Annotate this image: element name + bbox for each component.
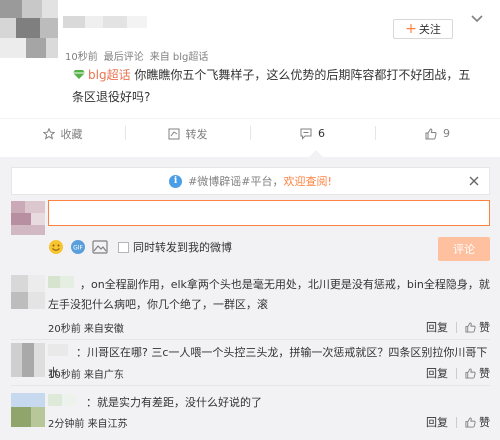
comment-divider — [11, 339, 490, 340]
follow-button[interactable]: + 关注 — [393, 19, 453, 39]
comment-source: 来自安徽 — [83, 324, 124, 335]
post-time[interactable]: 10秒前 — [65, 52, 98, 63]
comment-button[interactable]: 6 — [250, 119, 375, 148]
post-body: blg超话 你瞧瞧你五个飞舞样子，这么优势的后期阵容都打不好团战，五条区退役好吗… — [72, 64, 482, 108]
comment-icon — [300, 128, 312, 140]
comment-meta: 10秒前 来自广东 — [48, 366, 124, 381]
comment-section: i #微博辟谣#平台， 欢迎查阅! GIF 同时转发到我的微博 评论 ，on全程… — [0, 157, 500, 440]
like-icon — [425, 127, 437, 139]
like-icon[interactable] — [465, 367, 476, 379]
post-text: 你瞧瞧你五个飞舞样子，这么优势的后期阵容都打不好团战，五条区退役好吗? — [72, 68, 471, 104]
repost-checkbox[interactable]: 同时转发到我的微博 — [118, 239, 232, 255]
comment-item: ：川哥区在哪? 三c一人喂一个头控三头龙，拼输一次惩戒就区？四条区别拉你川哥下水… — [0, 343, 500, 386]
post-meta: 10秒前 最后评论 来自 blg超话 — [65, 48, 208, 63]
comment-time: 20秒前 — [48, 324, 81, 335]
comment-text: ：就是实力有差距，没什么好说的了 — [86, 396, 262, 409]
like-icon[interactable] — [465, 321, 476, 333]
diamond-icon — [73, 70, 85, 79]
comment-caret — [309, 150, 323, 157]
topic-link[interactable]: blg超话 — [88, 68, 131, 82]
comment-divider — [11, 385, 490, 386]
post-source[interactable]: 来自 blg超话 — [150, 52, 209, 63]
repost-button[interactable]: 转发 — [125, 119, 250, 148]
comment-actions: 回复 赞 — [426, 365, 490, 381]
author-name[interactable] — [63, 16, 153, 28]
weibo-post: + 关注 10秒前 最后评论 来自 blg超话 blg超话 你瞧瞧你五个飞舞样子，这… — [0, 0, 500, 150]
comment-source: 来自广东 — [83, 370, 124, 381]
plus-icon: + — [405, 21, 417, 37]
notice-text: #微博辟谣#平台， — [188, 175, 284, 188]
comment-actions: 回复 赞 — [426, 414, 490, 430]
emoji-icon[interactable] — [48, 239, 64, 255]
repost-checkbox-label: 同时转发到我的微博 — [133, 241, 232, 254]
close-icon[interactable] — [469, 176, 479, 186]
compose-tools: GIF 同时转发到我的微博 — [48, 239, 232, 255]
comment-time: 10秒前 — [48, 370, 81, 381]
reply-button[interactable]: 回复 — [426, 414, 448, 430]
chevron-down-icon[interactable] — [470, 14, 484, 26]
comment-meta: 20秒前 来自安徽 — [48, 320, 124, 335]
post-action-bar: 收藏 转发 6 9 — [0, 118, 500, 148]
notice-link[interactable]: 欢迎查阅! — [284, 173, 332, 189]
like-button[interactable]: 赞 — [479, 414, 490, 430]
reply-button[interactable]: 回复 — [426, 365, 448, 381]
comment-input[interactable] — [48, 200, 490, 226]
like-icon[interactable] — [465, 416, 476, 428]
favorite-button[interactable]: 收藏 — [0, 119, 125, 148]
like-count: 9 — [443, 127, 450, 140]
comment-item: ：就是实力有差距，没什么好说的了 2分钟前 来自江苏 回复 赞 — [0, 393, 500, 433]
rumor-notice[interactable]: i #微博辟谣#平台， 欢迎查阅! — [11, 167, 490, 195]
svg-text:GIF: GIF — [73, 245, 83, 252]
image-icon[interactable] — [92, 239, 108, 255]
my-avatar — [11, 201, 45, 235]
reply-button[interactable]: 回复 — [426, 319, 448, 335]
repost-icon — [168, 128, 179, 139]
comment-meta: 2分钟前 来自江苏 — [48, 415, 128, 430]
like-button[interactable]: 9 — [375, 119, 500, 148]
like-button[interactable]: 赞 — [479, 365, 490, 381]
star-icon — [42, 127, 55, 140]
follow-label: 关注 — [418, 23, 441, 36]
comment-source: 来自江苏 — [87, 419, 128, 430]
commenter-avatar[interactable] — [11, 275, 45, 309]
comment-actions: 回复 赞 — [426, 319, 490, 335]
submit-comment-button[interactable]: 评论 — [438, 237, 490, 261]
comment-time: 2分钟前 — [48, 419, 85, 430]
comment-count: 6 — [318, 127, 325, 140]
author-avatar[interactable] — [0, 0, 58, 58]
info-icon: i — [169, 174, 183, 188]
gif-icon[interactable]: GIF — [70, 239, 86, 255]
commenter-avatar[interactable] — [11, 393, 45, 427]
comment-text: ，on全程副作用，elk拿两个头也是毫无用处，北川更是没有惩戒，bin全程隐身，… — [48, 278, 490, 311]
checkbox[interactable] — [118, 241, 129, 253]
last-comment-label: 最后评论 — [103, 52, 144, 63]
comment-item: ，on全程副作用，elk拿两个头也是毫无用处，北川更是没有惩戒，bin全程隐身，… — [0, 275, 500, 340]
favorite-label: 收藏 — [60, 127, 83, 141]
like-button[interactable]: 赞 — [479, 319, 490, 335]
commenter-avatar[interactable] — [11, 343, 45, 377]
repost-label: 转发 — [185, 127, 208, 141]
